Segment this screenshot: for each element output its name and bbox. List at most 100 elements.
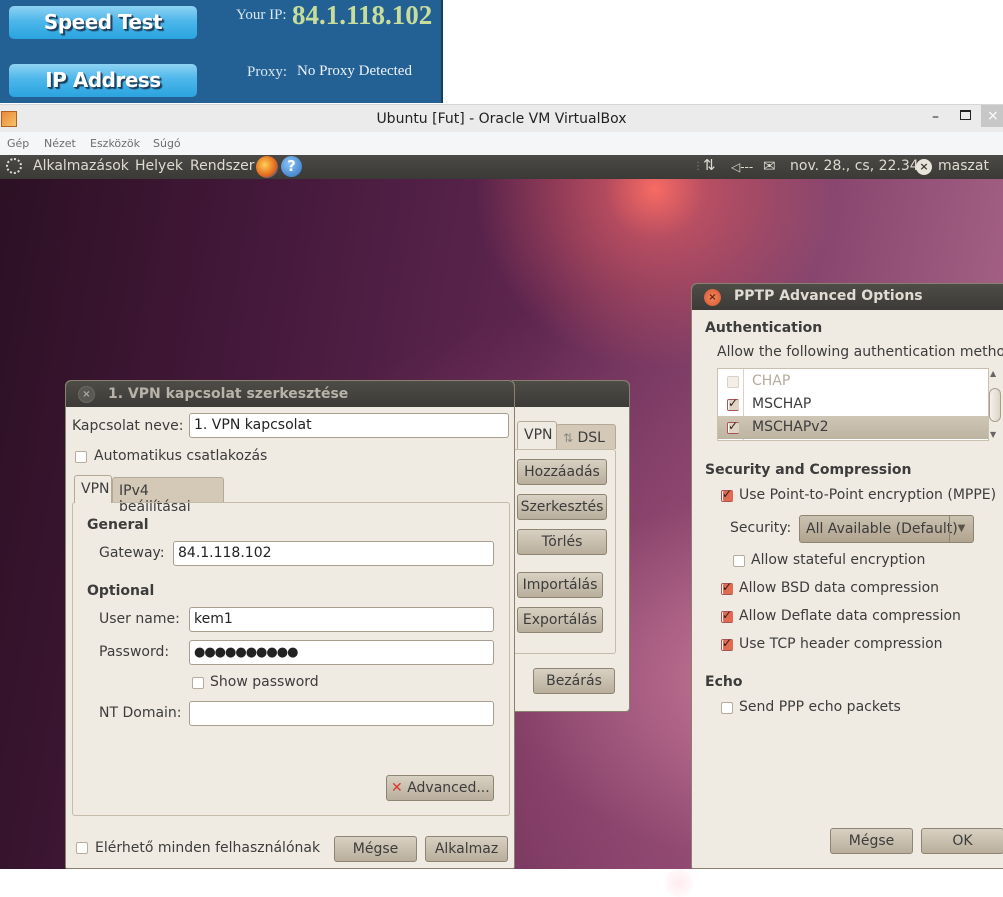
export-button[interactable]: Exportálás bbox=[517, 607, 603, 633]
tab-vpn[interactable]: VPN bbox=[517, 421, 557, 449]
import-button[interactable]: Importálás bbox=[517, 572, 603, 598]
cancel-button[interactable]: Mégse bbox=[334, 836, 417, 862]
ubuntu-logo-icon[interactable] bbox=[6, 158, 22, 174]
tcp-header-label: Use TCP header compression bbox=[739, 636, 943, 652]
show-password-label: Show password bbox=[210, 674, 319, 690]
ip-lookup-button[interactable]: IP Address Lookup bbox=[9, 64, 197, 125]
ubuntu-top-panel: Alkalmazások Helyek Rendszer ? ⋮ ⇅ ◁--- … bbox=[0, 155, 1003, 179]
user-status-icon[interactable]: × bbox=[916, 159, 932, 175]
chap-checkbox[interactable] bbox=[727, 376, 739, 388]
close-connections-button[interactable]: Bezárás bbox=[533, 668, 615, 694]
advanced-button[interactable]: ✕ Advanced... bbox=[386, 775, 494, 801]
edit-dialog-title: 1. VPN kapcsolat szerkesztése bbox=[108, 386, 349, 402]
mschap-label: MSCHAP bbox=[752, 396, 812, 412]
proxy-value: No Proxy Detected bbox=[297, 63, 412, 79]
panel-menu-applications[interactable]: Alkalmazások bbox=[33, 158, 129, 174]
pptp-advanced-dialog: × PPTP Advanced Options Authentication A… bbox=[691, 283, 1003, 869]
mschap-checkbox[interactable] bbox=[727, 396, 739, 411]
optional-heading: Optional bbox=[87, 583, 155, 599]
wallpaper-glow bbox=[665, 869, 693, 897]
menu-sugo[interactable]: Súgó bbox=[153, 137, 181, 150]
pptp-titlebar: × PPTP Advanced Options bbox=[692, 284, 1003, 310]
auth-methods-list[interactable]: CHAP MSCHAP MSCHAPv2 bbox=[717, 368, 989, 441]
autoconnect-checkbox[interactable] bbox=[75, 451, 87, 463]
auth-row-chap[interactable]: CHAP bbox=[718, 370, 988, 393]
authentication-heading: Authentication bbox=[705, 320, 823, 336]
username-label: User name: bbox=[99, 611, 180, 627]
maximize-button[interactable] bbox=[960, 110, 971, 120]
dropdown-arrow-icon: ▼ bbox=[949, 516, 973, 542]
scroll-down-arrow[interactable]: ▼ bbox=[990, 430, 996, 439]
dsl-arrows-icon: ⇅ bbox=[563, 431, 574, 445]
dialog-close-button[interactable]: × bbox=[78, 386, 95, 403]
password-input[interactable]: ●●●●●●●●●● bbox=[189, 640, 494, 665]
deflate-checkbox[interactable] bbox=[721, 608, 733, 623]
scrollbar-thumb[interactable] bbox=[989, 388, 1001, 422]
edit-button[interactable]: Szerkesztés bbox=[517, 494, 607, 520]
pptp-close-button[interactable]: × bbox=[704, 289, 721, 306]
all-users-checkbox[interactable] bbox=[76, 842, 88, 854]
your-ip-value: 84.1.118.102 bbox=[292, 0, 433, 30]
security-heading: Security and Compression bbox=[705, 462, 912, 478]
all-users-label: Elérhető minden felhasználónak bbox=[95, 840, 321, 856]
auth-row-mschap[interactable]: MSCHAP bbox=[718, 393, 988, 416]
menu-eszkozok[interactable]: Eszközök bbox=[90, 137, 140, 150]
proxy-label: Proxy: bbox=[247, 64, 288, 80]
security-combobox[interactable]: All Available (Default) ▼ bbox=[799, 515, 974, 543]
echo-label: Send PPP echo packets bbox=[739, 699, 901, 715]
bsd-checkbox[interactable] bbox=[721, 580, 733, 595]
vbox-menubar: Gép Nézet Eszközök Súgó bbox=[0, 132, 1003, 155]
nt-domain-input[interactable] bbox=[189, 701, 494, 726]
panel-menu-places[interactable]: Helyek bbox=[135, 158, 183, 174]
menu-nezet[interactable]: Nézet bbox=[44, 137, 76, 150]
edit-dialog-titlebar: × 1. VPN kapcsolat szerkesztése bbox=[66, 381, 514, 407]
help-icon[interactable]: ? bbox=[281, 156, 302, 177]
scroll-up-arrow[interactable]: ▲ bbox=[990, 369, 996, 378]
connection-name-input[interactable]: 1. VPN kapcsolat bbox=[189, 413, 509, 438]
panel-handle-icon: ⋮ bbox=[693, 161, 703, 172]
mschapv2-checkbox[interactable] bbox=[727, 419, 739, 434]
autoconnect-label: Automatikus csatlakozás bbox=[94, 448, 268, 464]
bsd-label: Allow BSD data compression bbox=[739, 580, 940, 596]
pptp-ok-button[interactable]: OK bbox=[921, 828, 1003, 854]
deflate-label: Allow Deflate data compression bbox=[739, 608, 961, 624]
your-ip-label: Your IP: bbox=[236, 7, 287, 23]
network-icon[interactable]: ⇅ bbox=[703, 156, 716, 174]
general-heading: General bbox=[87, 517, 149, 533]
panel-clock[interactable]: nov. 28., cs, 22.34 bbox=[790, 158, 919, 174]
add-button[interactable]: Hozzáadás bbox=[517, 459, 607, 485]
menu-gep[interactable]: Gép bbox=[7, 137, 29, 150]
delete-button[interactable]: Törlés bbox=[517, 529, 607, 555]
username-input[interactable]: kem1 bbox=[189, 607, 494, 632]
speed-test-button[interactable]: Speed Test bbox=[9, 6, 197, 39]
tab-ipv4-settings[interactable]: IPv4 beállításai bbox=[112, 477, 224, 515]
vbox-titlebar: Ubuntu [Fut] - Oracle VM VirtualBox – × bbox=[0, 104, 1003, 132]
vpn-edit-dialog: × 1. VPN kapcsolat szerkesztése Kapcsola… bbox=[65, 380, 515, 869]
tab-dsl[interactable]: ⇅ DSL bbox=[556, 424, 616, 449]
pptp-title: PPTP Advanced Options bbox=[734, 288, 923, 304]
connections-titlebar bbox=[512, 381, 629, 407]
panel-menu-system[interactable]: Rendszer bbox=[190, 158, 254, 174]
tab-vpn-settings[interactable]: VPN bbox=[74, 475, 112, 503]
mail-icon[interactable]: ✉ bbox=[763, 157, 776, 175]
mppe-checkbox[interactable] bbox=[721, 487, 733, 502]
echo-checkbox[interactable] bbox=[721, 702, 733, 714]
nt-domain-label: NT Domain: bbox=[99, 705, 182, 721]
minimize-button[interactable]: – bbox=[932, 109, 946, 125]
volume-icon[interactable]: ◁--- bbox=[731, 160, 753, 174]
ip-banner: Speed Test IP Address Lookup Your IP: 84… bbox=[0, 0, 443, 125]
show-password-checkbox[interactable] bbox=[192, 677, 204, 689]
gateway-input[interactable]: 84.1.118.102 bbox=[173, 541, 494, 566]
security-label: Security: bbox=[730, 520, 792, 536]
network-connections-dialog: VPN ⇅ DSL Hozzáadás Szerkesztés Törlés I… bbox=[512, 380, 630, 712]
tcp-header-checkbox[interactable] bbox=[721, 636, 733, 651]
stateful-checkbox[interactable] bbox=[733, 555, 745, 567]
panel-username[interactable]: maszat bbox=[938, 158, 989, 174]
auth-row-mschapv2[interactable]: MSCHAPv2 bbox=[718, 416, 988, 439]
close-button[interactable]: × bbox=[981, 105, 1003, 127]
firefox-icon[interactable] bbox=[256, 156, 278, 178]
pptp-cancel-button[interactable]: Mégse bbox=[830, 828, 913, 854]
authentication-description: Allow the following authentication metho… bbox=[717, 344, 1003, 360]
gateway-label: Gateway: bbox=[99, 545, 165, 561]
apply-button[interactable]: Alkalmaz bbox=[425, 836, 508, 862]
